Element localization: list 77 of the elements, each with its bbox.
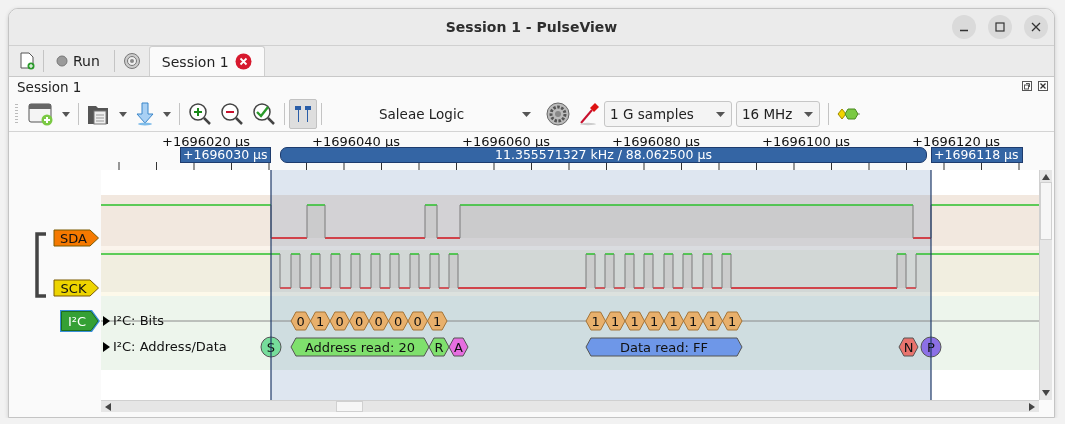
target-icon (122, 52, 141, 70)
scrollbar-thumb[interactable] (1040, 182, 1052, 240)
scrollbar-thumb[interactable] (336, 401, 363, 412)
annotation: A (448, 337, 469, 357)
close-icon (1038, 81, 1048, 91)
bit-annotation: 1 (310, 311, 331, 331)
device-dropdown[interactable]: Saleae Logic (326, 101, 538, 127)
caret-icon (716, 111, 725, 117)
bit-annotation: 1 (605, 311, 626, 331)
cursor-flag[interactable]: +1696118 µs (931, 147, 1023, 163)
horizontal-scrollbar[interactable] (101, 400, 1039, 412)
bit-annotation: 1 (722, 311, 743, 331)
bit-annotation: 1 (663, 311, 684, 331)
bit-annotation: 0 (368, 311, 389, 331)
session-tab[interactable]: Session 1 (148, 46, 265, 76)
window-title: Session 1 - PulseView (445, 19, 618, 35)
toolbar-grip[interactable] (15, 104, 18, 124)
caret-icon (119, 111, 127, 117)
probe-icon (578, 102, 600, 126)
bit-annotation: 1 (702, 311, 723, 331)
scroll-left-arrow-icon[interactable] (105, 403, 111, 411)
cursor-toggle-button[interactable] (289, 99, 317, 129)
cursor-flag[interactable]: +1696030 µs (180, 147, 271, 163)
close-icon (1031, 22, 1041, 32)
group-bracket (34, 232, 48, 298)
close-icon (234, 53, 252, 70)
scroll-down-arrow-icon[interactable] (1042, 390, 1050, 396)
down-arrow-icon (135, 102, 155, 126)
circle-icon (56, 55, 68, 67)
gear-icon (546, 102, 570, 126)
maximize-icon (995, 22, 1005, 32)
scroll-right-arrow-icon[interactable] (1029, 403, 1035, 411)
bit-annotation: 1 (644, 311, 665, 331)
maximize-button[interactable] (988, 15, 1012, 39)
vertical-scrollbar[interactable] (1039, 170, 1052, 400)
zoom-in-icon (188, 102, 212, 126)
annotation: R (428, 337, 450, 357)
sample-count-dropdown[interactable]: 1 G samples (604, 101, 732, 127)
annotation: Data read: FF (585, 337, 743, 357)
cursor-pair-icon (293, 104, 313, 124)
expand-arrow-icon[interactable] (103, 316, 111, 326)
channel-tag[interactable]: SDA (53, 229, 100, 248)
caret-icon (522, 111, 531, 117)
bit-annotation: 1 (585, 311, 606, 331)
bit-annotation: 0 (329, 311, 350, 331)
decoder-row-label: I²C: Bits (113, 313, 165, 328)
caret-icon (62, 111, 70, 117)
float-icon (1022, 81, 1032, 91)
bit-annotation: 0 (388, 311, 409, 331)
annotation: P (920, 336, 942, 358)
bit-annotation: 0 (407, 311, 428, 331)
cursor-span-bar[interactable]: 11.355571327 kHz / 88.062500 µs (280, 147, 927, 163)
annotation: S (260, 336, 282, 358)
bit-annotation: 1 (624, 311, 645, 331)
scroll-up-arrow-icon[interactable] (1042, 174, 1050, 180)
document-plus-icon (19, 52, 35, 70)
decoder-icon (837, 107, 861, 121)
bit-annotation: 0 (290, 311, 311, 331)
annotation: N (898, 337, 919, 357)
close-button[interactable] (1024, 15, 1048, 39)
close-button[interactable] (1038, 81, 1050, 93)
caret-icon (163, 111, 171, 117)
caret-icon (804, 111, 813, 117)
sample-rate-dropdown[interactable]: 16 MHz (736, 101, 820, 127)
bit-annotation: 1 (427, 311, 448, 331)
zoom-out-icon (220, 102, 244, 126)
decoder-row-label: I²C: Address/Data (113, 339, 227, 354)
bit-annotation: 0 (349, 311, 370, 331)
window-plus-icon (28, 102, 54, 126)
run-button[interactable]: Run (48, 46, 110, 76)
expand-arrow-icon[interactable] (103, 342, 111, 352)
session-title: Session 1 (17, 79, 82, 95)
channel-tag[interactable]: SCK (53, 279, 100, 298)
zoom-check-icon (252, 102, 276, 126)
bit-annotation: 1 (683, 311, 704, 331)
float-button[interactable] (1022, 81, 1034, 93)
minimize-icon (959, 29, 969, 32)
